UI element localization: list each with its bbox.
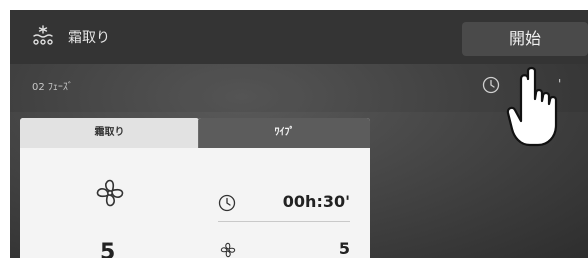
clock-icon: [482, 76, 500, 94]
defrost-card[interactable]: 霜取り 5: [20, 118, 199, 258]
wipe-card[interactable]: ﾜｲﾌﾟ 00h:30' 5: [198, 118, 370, 258]
pointing-hand-icon: [506, 66, 558, 147]
defrost-value: 5: [100, 240, 116, 258]
wipe-fan-value: 5: [338, 239, 350, 258]
device-screen: 霜取り 開始 02 ﾌｪｰｽﾞ ' 霜取り 5 ﾜｲﾌﾟ 00h:30' 5: [10, 10, 588, 258]
clock-icon: [218, 194, 236, 212]
start-button[interactable]: 開始: [462, 22, 588, 56]
phase-label: 02 ﾌｪｰｽﾞ: [32, 82, 73, 93]
wipe-time-value: 00h:30': [282, 192, 350, 211]
fan-icon: [96, 179, 124, 207]
top-bar: 霜取り 開始: [10, 10, 588, 64]
row-divider: [218, 221, 350, 222]
app-title: 霜取り: [68, 30, 110, 46]
fan-icon: [220, 242, 236, 258]
card-title-defrost: 霜取り: [20, 118, 199, 148]
defrost-icon: [33, 25, 53, 45]
card-title-wipe: ﾜｲﾌﾟ: [198, 118, 370, 148]
